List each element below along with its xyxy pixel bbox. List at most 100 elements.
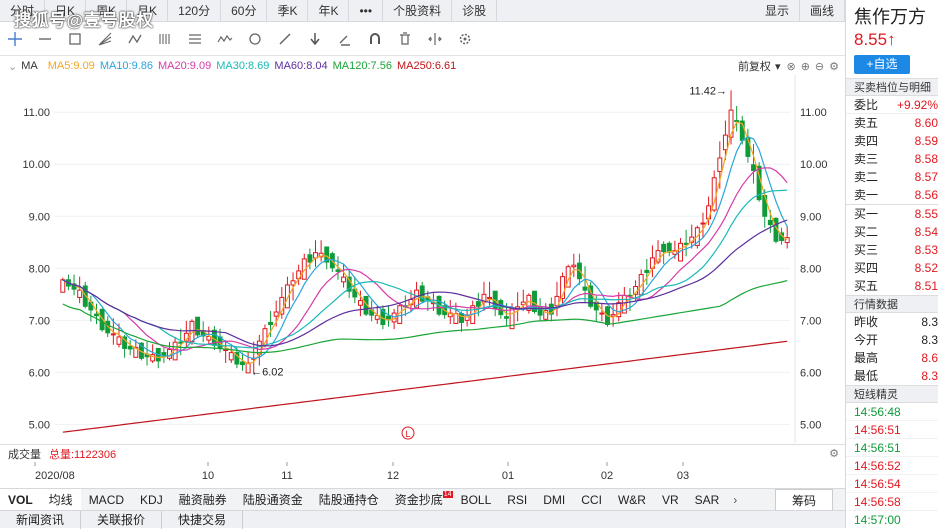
table-icon[interactable] (180, 24, 210, 54)
quote-price: 8.3 (921, 369, 938, 383)
eraser-icon[interactable] (330, 24, 360, 54)
indicator-tab-10[interactable]: DMI (535, 489, 573, 511)
tick-time[interactable]: 14:56:51 (846, 439, 938, 457)
bars-icon[interactable] (150, 24, 180, 54)
indicator-tab-11[interactable]: CCI (573, 489, 610, 511)
bottom-tab-0[interactable]: 新闻资讯 (0, 510, 82, 529)
trash-icon[interactable] (390, 24, 420, 54)
candle-body (110, 333, 116, 336)
period-tab-12[interactable]: 画线 (800, 0, 845, 22)
arrow-down-icon[interactable] (300, 24, 330, 54)
candle-body (734, 120, 740, 123)
period-tab-8[interactable]: ••• (349, 0, 384, 22)
pen-icon[interactable] (270, 24, 300, 54)
stock-price: 8.55 (854, 30, 888, 49)
candle-body (290, 280, 296, 286)
tick-time[interactable]: 14:57:00 (846, 511, 938, 528)
remove-indicator-icon[interactable]: ⊖ (815, 60, 824, 73)
period-tab-5[interactable]: 60分 (221, 0, 268, 22)
candle-body (127, 345, 133, 350)
period-tab-10[interactable]: 诊股 (452, 0, 498, 22)
candle-body (94, 313, 99, 317)
bid-row: 买四 8.52 (846, 259, 938, 277)
indicator-tab-0[interactable]: VOL (0, 488, 41, 511)
ma-line-MA30 (62, 189, 788, 349)
ma-label: MA (21, 60, 38, 72)
ask-row: 卖二 8.57 (846, 168, 938, 186)
indicator-tab-14[interactable]: SAR (687, 489, 728, 511)
indicator-tab-7[interactable]: 资金抄底 (387, 489, 451, 511)
l-marker-label: L (405, 429, 410, 439)
indicator-tab-9[interactable]: RSI (499, 489, 535, 511)
tick-time[interactable]: 14:56:48 (846, 403, 938, 421)
ask-label: 卖五 (854, 116, 879, 130)
y-tick-left: 10.00 (22, 159, 50, 171)
magnet-icon[interactable] (360, 24, 390, 54)
indicator-more-icon[interactable]: › (727, 493, 743, 507)
candle-body (453, 313, 459, 324)
indicator-tab-5[interactable]: 陆股通资金 (235, 489, 311, 511)
kline-chart[interactable]: 5.00 5.00 6.00 6.00 7.00 7.00 8.00 8.00 9.00 9.00… (0, 75, 845, 443)
tick-time[interactable]: 14:56:58 (846, 493, 938, 511)
close-icon[interactable]: ⊗ (786, 60, 795, 73)
indicator-tab-12[interactable]: W&R (610, 489, 654, 511)
bid-row: 买一 8.55 (846, 205, 938, 223)
x-tick-label: 03 (677, 470, 689, 482)
ask-label: 卖三 (854, 152, 879, 166)
volume-total: 总量:1122306 (49, 448, 117, 461)
bid-label: 买四 (854, 261, 879, 275)
bid-label: 买五 (854, 279, 879, 293)
chip-button[interactable]: 筹码 (774, 488, 833, 511)
bottom-tab-1[interactable]: 关联报价 (81, 510, 163, 529)
candle-body (767, 219, 773, 226)
indicator-tab-13[interactable]: VR (654, 489, 687, 511)
x-axis: 2020/08 10 11 12 01 02 03 (0, 462, 845, 488)
candle-body (268, 321, 274, 325)
candle-body (706, 205, 712, 220)
y-tick-right: 9.00 (800, 211, 821, 223)
candle-body (599, 312, 605, 315)
tick-time[interactable]: 14:56:54 (846, 475, 938, 493)
bottom-tab-2[interactable]: 快捷交易 (162, 510, 244, 529)
zigzag-icon[interactable] (210, 24, 240, 54)
collapse-chevron-icon[interactable]: ⌄ (0, 60, 21, 73)
quote-label: 今开 (854, 333, 879, 347)
period-tab-7[interactable]: 年K (308, 0, 350, 22)
x-tick-label: 11 (281, 470, 292, 482)
cycle-icon[interactable] (240, 24, 270, 54)
indicator-tab-3[interactable]: KDJ (132, 489, 171, 511)
add-indicator-icon[interactable]: ⊕ (801, 60, 810, 73)
indicator-tab-1[interactable]: 均线 (40, 488, 81, 511)
tick-time[interactable]: 14:56:52 (846, 457, 938, 475)
candle-body (341, 276, 347, 283)
commission-row: 委比 +9.92% (846, 96, 938, 114)
indicator-tab-8[interactable]: BOLL (453, 489, 500, 511)
period-tab-6[interactable]: 季K (267, 0, 309, 22)
candle-body (77, 289, 83, 298)
chart-settings-icon[interactable]: ⚙ (829, 60, 839, 73)
volume-label: 成交量 (8, 448, 41, 461)
restore-dropdown-icon[interactable]: ▾ (775, 60, 787, 73)
period-tab-4[interactable]: 120分 (168, 0, 222, 22)
period-tab-9[interactable]: 个股资料 (383, 0, 453, 22)
expand-icon[interactable] (420, 24, 450, 54)
bid-row: 买二 8.54 (846, 223, 938, 241)
indicator-tab-2[interactable]: MACD (81, 489, 132, 511)
y-tick-left: 7.00 (29, 315, 50, 327)
candle-body (195, 316, 201, 336)
volume-settings-icon[interactable]: ⚙ (829, 447, 839, 460)
x-tick-label: 01 (502, 470, 514, 482)
bid-price: 8.55 (914, 207, 938, 221)
add-watchlist-button[interactable]: +自选 (854, 55, 910, 74)
indicator-tab-4[interactable]: 融资融券 (171, 489, 235, 511)
restore-selector[interactable]: 前复权 (738, 58, 775, 74)
x-tick-label: 12 (387, 470, 399, 482)
ma-line-MA120 (62, 280, 788, 354)
quote-row: 最低 8.3 (846, 367, 938, 385)
period-tab-11[interactable]: 显示 (755, 0, 800, 22)
candle-body (582, 286, 588, 291)
settings-gear-icon[interactable] (450, 24, 480, 54)
indicator-tab-6[interactable]: 陆股通持仓 (311, 489, 387, 511)
tick-time[interactable]: 14:56:51 (846, 421, 938, 439)
y-tick-left: 6.00 (29, 367, 50, 379)
